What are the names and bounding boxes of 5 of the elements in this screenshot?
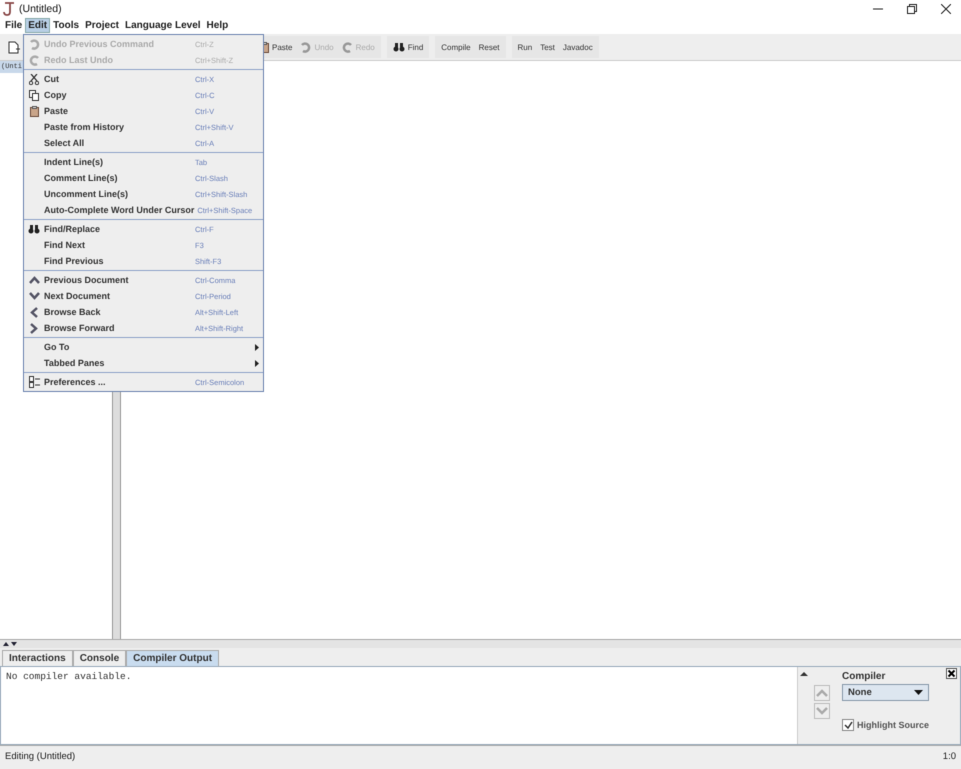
cursor-position: 1:0 bbox=[942, 750, 956, 762]
status-text: Editing (Untitled) bbox=[5, 750, 76, 762]
window-title: (Untitled) bbox=[19, 2, 62, 14]
output-text: No compiler available. bbox=[6, 671, 132, 682]
compiler-label: Compiler bbox=[842, 671, 886, 682]
